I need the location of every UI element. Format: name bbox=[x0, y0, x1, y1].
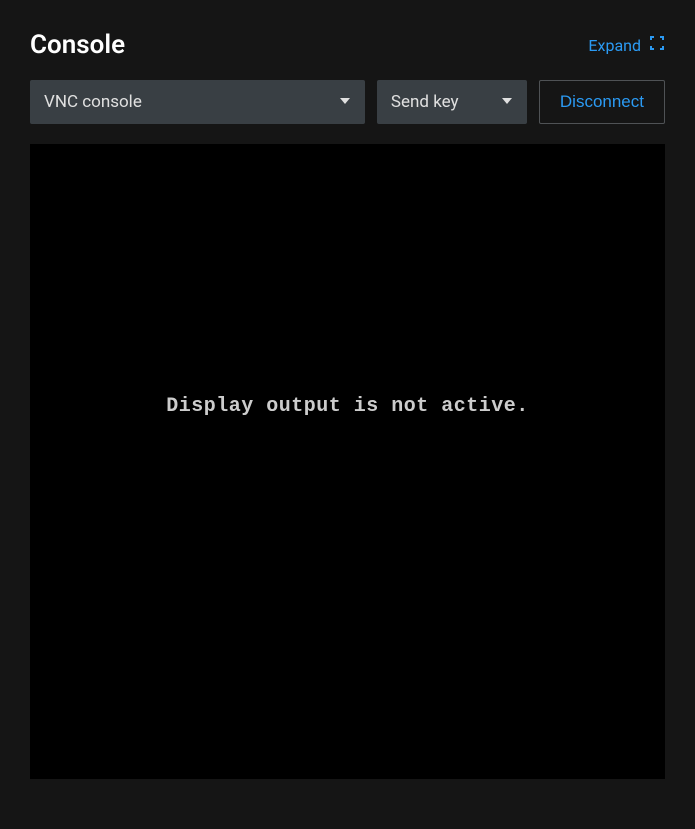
console-status-message: Display output is not active. bbox=[166, 395, 529, 418]
controls-row: VNC console Send key Disconnect bbox=[30, 80, 665, 124]
expand-button[interactable]: Expand bbox=[588, 35, 665, 55]
caret-down-icon bbox=[339, 92, 351, 112]
expand-icon bbox=[649, 35, 665, 55]
send-key-select[interactable]: Send key bbox=[377, 80, 527, 124]
console-type-selected-label: VNC console bbox=[44, 92, 142, 112]
disconnect-label: Disconnect bbox=[560, 92, 644, 112]
console-type-select[interactable]: VNC console bbox=[30, 80, 365, 124]
send-key-label: Send key bbox=[391, 92, 459, 112]
disconnect-button[interactable]: Disconnect bbox=[539, 80, 665, 124]
caret-down-icon bbox=[501, 92, 513, 112]
page-title: Console bbox=[30, 30, 125, 60]
header-row: Console Expand bbox=[30, 30, 665, 60]
expand-label: Expand bbox=[588, 36, 641, 55]
console-viewport[interactable]: Display output is not active. bbox=[30, 144, 665, 779]
